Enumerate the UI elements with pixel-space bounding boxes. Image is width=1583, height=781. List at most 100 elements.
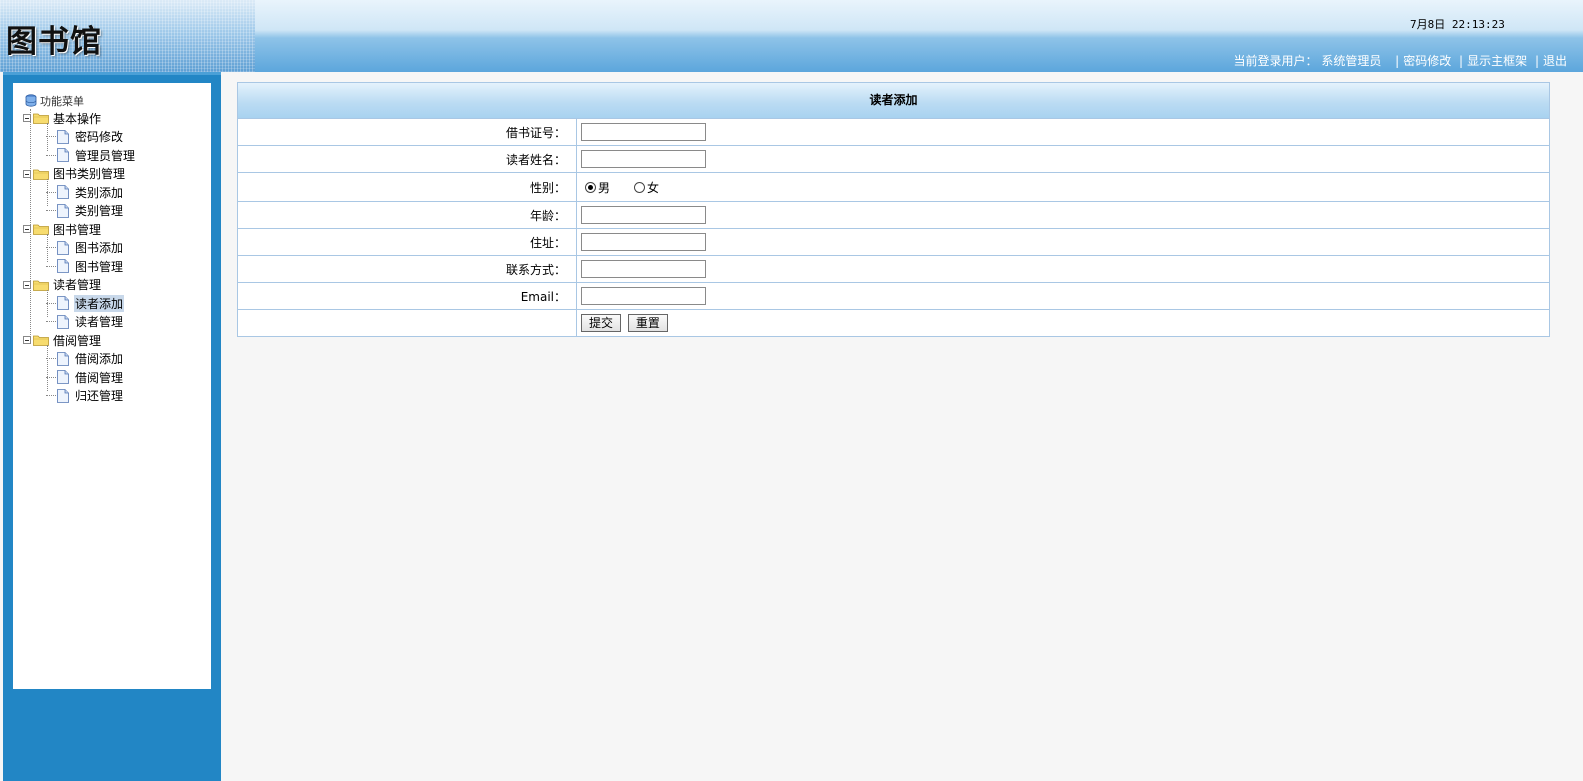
form-table: 借书证号： 读者姓名： 性别： 男 女 年龄： 住址： 联系方式： Email：… <box>238 119 1549 336</box>
menu-item[interactable]: 密码修改 <box>23 128 136 147</box>
menu-group-header[interactable]: 借阅管理 <box>23 331 136 350</box>
menu-item-label: 密码修改 <box>75 130 124 145</box>
radio-checked-icon <box>585 181 596 193</box>
submit-button[interactable]: 提交 <box>581 314 622 332</box>
menu-group-header[interactable]: 图书管理 <box>23 220 136 239</box>
tree-branch-line <box>46 265 56 267</box>
page-icon <box>57 314 69 329</box>
menu-group: 借阅管理 借阅添加 借阅管理 归还管理 <box>23 331 136 405</box>
tree-branch-line <box>46 136 56 138</box>
menu-group: 图书类别管理类别添加类别管理 <box>23 165 136 221</box>
form-row-card-no: 借书证号： <box>238 119 1549 146</box>
page-icon <box>57 296 69 311</box>
reader-add-form: 读者添加 借书证号： 读者姓名： 性别： 男 女 年龄： 住址： 联系方式： E… <box>237 82 1550 337</box>
reset-button[interactable]: 重置 <box>627 314 668 332</box>
menu-item[interactable]: 读者添加 <box>23 294 136 313</box>
menu-root-label: 功能菜单 <box>40 95 84 108</box>
form-row-contact: 联系方式： <box>238 255 1549 283</box>
menu-item[interactable]: 借阅添加 <box>23 350 136 369</box>
form-row-name: 读者姓名： <box>238 145 1549 173</box>
menu-item[interactable]: 类别管理 <box>23 202 136 221</box>
email-label: Email： <box>238 282 577 310</box>
tree-branch-line <box>46 154 56 156</box>
menu-group-header[interactable]: 读者管理 <box>23 276 136 295</box>
divider: | <box>1459 54 1464 68</box>
card-no-input[interactable] <box>581 123 706 141</box>
page-icon <box>57 203 69 218</box>
menu-item[interactable]: 归还管理 <box>23 387 136 406</box>
menu-item-label: 读者管理 <box>75 315 124 330</box>
card-no-label: 借书证号： <box>238 119 577 146</box>
menu-item[interactable]: 管理员管理 <box>23 146 136 165</box>
menu-group-label: 基本操作 <box>53 111 102 126</box>
menu-item-label: 借阅添加 <box>75 352 124 367</box>
menu-item[interactable]: 图书添加 <box>23 239 136 258</box>
menu-item-label: 图书管理 <box>75 259 124 274</box>
form-row-age: 年龄： <box>238 201 1549 229</box>
change-password-link[interactable]: 密码修改 <box>1403 54 1451 68</box>
form-row-buttons: 提交 重置 <box>238 309 1549 336</box>
menu-item-label: 类别管理 <box>75 204 124 219</box>
divider: | <box>1395 54 1400 68</box>
contact-label: 联系方式： <box>238 255 577 283</box>
reader-name-input[interactable] <box>581 150 706 168</box>
menu-root[interactable]: 功能菜单 <box>25 93 84 109</box>
tree-branch-line <box>46 376 56 378</box>
gender-female-radio[interactable]: 女 <box>634 179 659 196</box>
user-bar: 当前登录用户： 系统管理员 | 密码修改 | 显示主框架 | 退出 <box>1233 52 1567 69</box>
current-user-label: 当前登录用户： <box>1233 54 1318 68</box>
tree-branch-line <box>46 358 56 360</box>
tree-branch-line <box>46 321 56 323</box>
page-icon <box>57 388 69 403</box>
tree-branch-line <box>46 191 56 193</box>
gender-male-radio[interactable]: 男 <box>585 179 610 196</box>
menu-item-label: 管理员管理 <box>75 148 136 163</box>
address-input[interactable] <box>581 233 706 251</box>
reader-name-label: 读者姓名： <box>238 145 577 173</box>
page-icon <box>57 129 69 144</box>
menu-group-header[interactable]: 图书类别管理 <box>23 165 136 184</box>
menu-item[interactable]: 读者管理 <box>23 313 136 332</box>
form-row-address: 住址： <box>238 228 1549 256</box>
email-input[interactable] <box>581 287 706 305</box>
menu-group: 读者管理 读者添加 读者管理 <box>23 276 136 332</box>
menu-tree-panel: 功能菜单 基本操作 密码修改 管理员管理 图书类别管理 类别添加 类别管理 图书管理 图书添加… <box>13 83 211 689</box>
contact-input[interactable] <box>581 260 706 278</box>
menu-tree: 基本操作 密码修改 管理员管理 图书类别管理 类别添加 类别管理 图书管理 图书添加 图书管理读… <box>23 109 136 405</box>
database-icon <box>25 94 37 108</box>
datetime-display: 7月8日 22:13:23 <box>1410 18 1505 31</box>
divider: | <box>1534 54 1539 68</box>
menu-group-label: 借阅管理 <box>53 333 102 348</box>
menu-item[interactable]: 借阅管理 <box>23 368 136 387</box>
menu-item-label: 图书添加 <box>75 241 124 256</box>
menu-item-label: 类别添加 <box>75 185 124 200</box>
tree-branch-line <box>46 210 56 212</box>
menu-item[interactable]: 类别添加 <box>23 183 136 202</box>
page-icon <box>57 351 69 366</box>
menu-group-header[interactable]: 基本操作 <box>23 109 136 128</box>
tree-root-line <box>30 109 31 339</box>
menu-group: 图书管理 图书添加 图书管理 <box>23 220 136 276</box>
logout-link[interactable]: 退出 <box>1543 54 1567 68</box>
menu-item[interactable]: 图书管理 <box>23 257 136 276</box>
tree-branch-line <box>46 395 56 397</box>
tree-branch-line <box>46 247 56 249</box>
age-input[interactable] <box>581 206 706 224</box>
menu-group-label: 读者管理 <box>53 278 102 293</box>
form-row-gender: 性别： 男 女 <box>238 172 1549 202</box>
age-label: 年龄： <box>238 201 577 229</box>
gender-label: 性别： <box>238 172 577 202</box>
current-user-name: 系统管理员 <box>1321 54 1382 68</box>
form-row-email: Email： <box>238 282 1549 310</box>
page-icon <box>57 259 69 274</box>
menu-group-label: 图书管理 <box>53 222 102 237</box>
page-icon <box>57 240 69 255</box>
tree-branch-line <box>46 302 56 304</box>
show-main-frame-link[interactable]: 显示主框架 <box>1467 54 1527 68</box>
menu-item-label: 借阅管理 <box>75 370 124 385</box>
menu-item-label: 读者添加 <box>74 294 125 312</box>
menu-group-label: 图书类别管理 <box>53 167 126 182</box>
menu-group: 基本操作密码修改管理员管理 <box>23 109 136 165</box>
menu-item-label: 归还管理 <box>75 389 124 404</box>
page-icon <box>57 370 69 385</box>
